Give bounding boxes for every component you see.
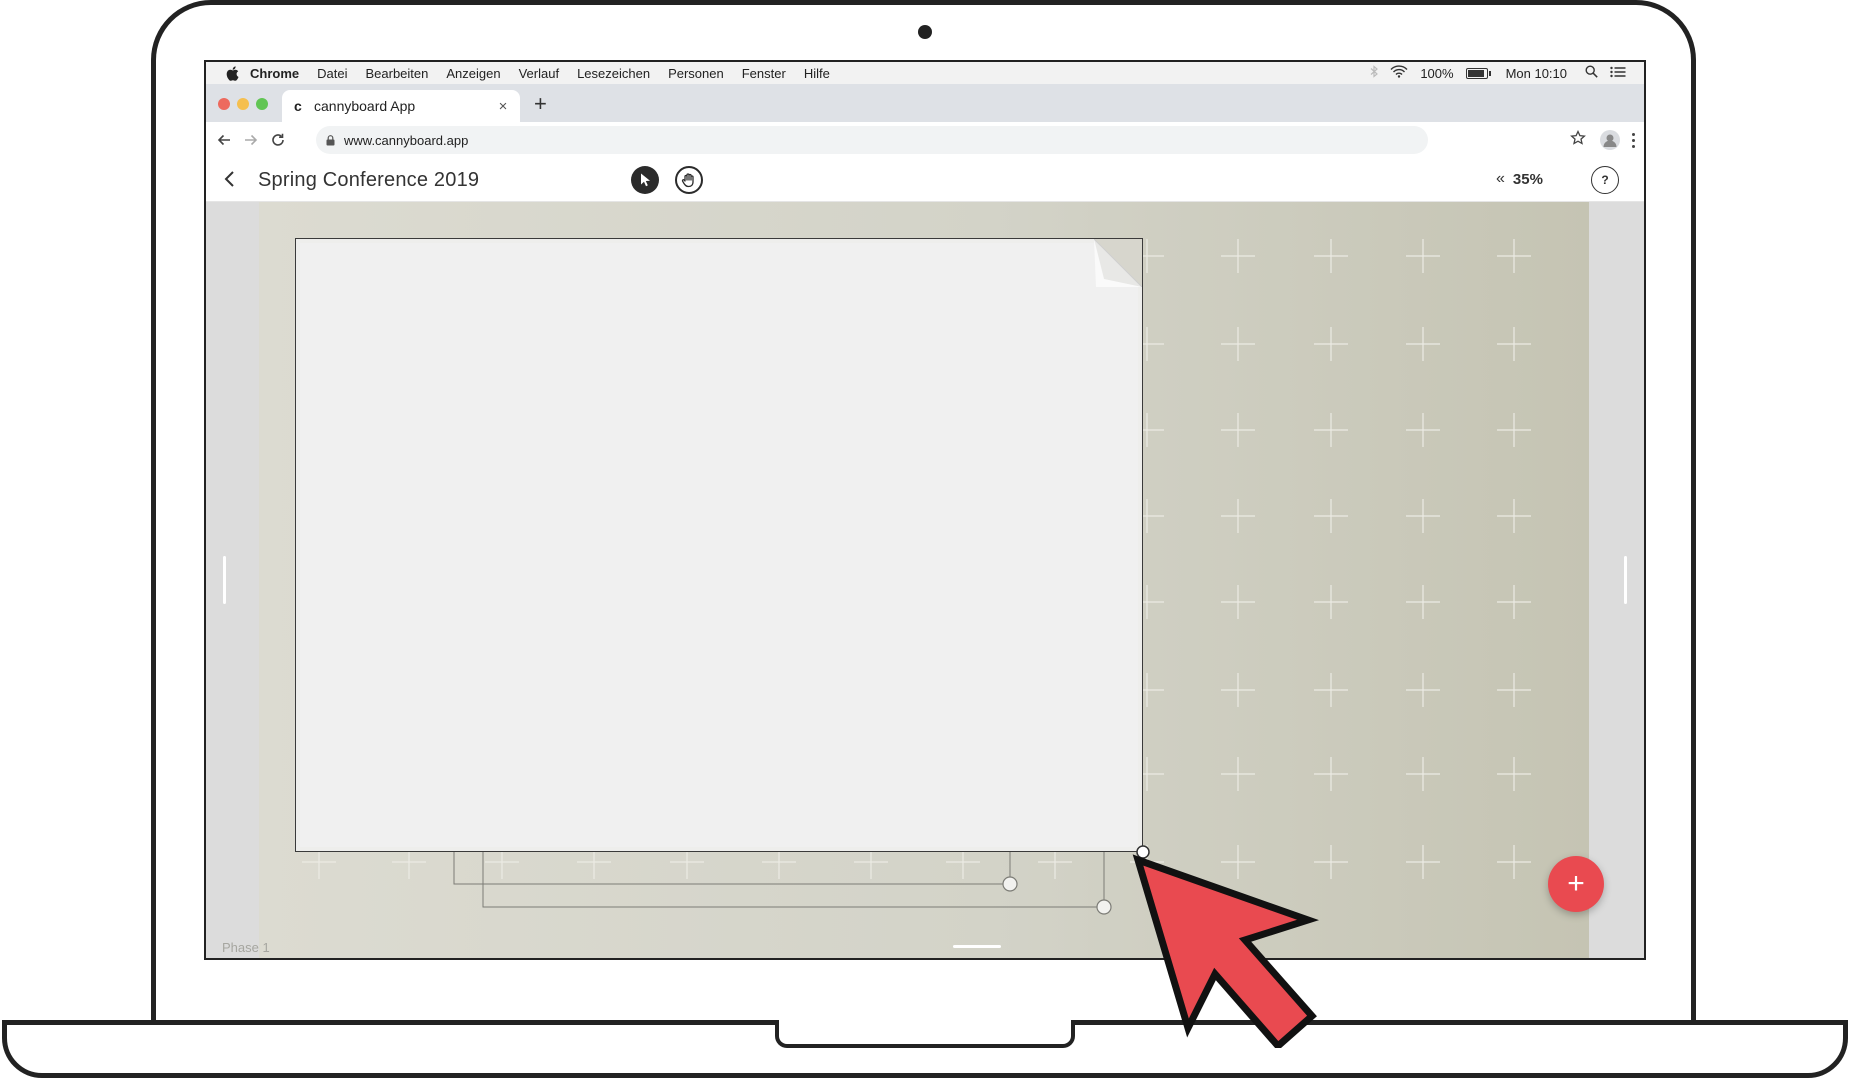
grid-plus-mark (1406, 757, 1440, 791)
notification-center-icon[interactable] (1610, 66, 1626, 81)
help-button[interactable]: ? (1591, 166, 1619, 194)
bottom-panel-handle[interactable] (953, 945, 1001, 948)
arrow-pointer-icon (641, 173, 650, 187)
menu-hilfe[interactable]: Hilfe (804, 66, 830, 81)
browser-tab-strip: c cannyboard App × + (206, 84, 1644, 122)
grid-plus-mark (1221, 585, 1255, 619)
bluetooth-icon[interactable] (1370, 65, 1379, 81)
left-panel-handle[interactable] (223, 556, 226, 604)
menu-fenster[interactable]: Fenster (742, 66, 786, 81)
url-text: www.cannyboard.app (344, 132, 469, 148)
menu-datei[interactable]: Datei (317, 66, 347, 81)
grid-plus-mark (1497, 585, 1531, 619)
grid-plus-mark (1497, 673, 1531, 707)
grid-plus-mark (1314, 239, 1348, 273)
grid-plus-mark (1314, 673, 1348, 707)
menu-anzeigen[interactable]: Anzeigen (446, 66, 500, 81)
right-panel-handle[interactable] (1624, 556, 1627, 604)
grid-plus-mark (1314, 845, 1348, 879)
grid-plus-mark (1497, 413, 1531, 447)
grid-plus-mark (1497, 239, 1531, 273)
board-canvas[interactable] (259, 202, 1589, 958)
window-close-button[interactable] (218, 98, 230, 110)
browser-tab-active[interactable]: c cannyboard App × (282, 90, 520, 122)
tab-title: cannyboard App (314, 98, 416, 114)
grid-plus-mark (1221, 673, 1255, 707)
grid-plus-mark (1314, 757, 1348, 791)
grid-plus-mark (1406, 499, 1440, 533)
hand-tool-button[interactable] (675, 166, 703, 194)
add-item-button[interactable]: + (1548, 856, 1604, 912)
window-minimize-button[interactable] (237, 98, 249, 110)
page-curl-icon[interactable] (1094, 239, 1142, 287)
zoom-level: 35% (1512, 170, 1543, 188)
menu-lesezeichen[interactable]: Lesezeichen (577, 66, 650, 81)
menu-personen[interactable]: Personen (668, 66, 724, 81)
canvas-area[interactable]: Phase 1 + (206, 202, 1644, 958)
double-chevron-left-icon: « (1496, 170, 1505, 187)
grid-plus-mark (1497, 327, 1531, 361)
browser-toolbar: www.cannyboard.app (206, 122, 1644, 159)
laptop-notch (775, 1020, 1075, 1048)
address-bar[interactable]: www.cannyboard.app (316, 126, 1428, 154)
selected-card-frame[interactable] (295, 238, 1143, 852)
grid-plus-mark (1406, 327, 1440, 361)
grid-plus-mark (1314, 413, 1348, 447)
tab-close-icon[interactable]: × (492, 98, 514, 115)
macos-menubar: Chrome Datei Bearbeiten Anzeigen Verlauf… (206, 62, 1644, 85)
board-title: Spring Conference 2019 (258, 169, 480, 191)
card-surface[interactable] (300, 243, 1138, 847)
grid-plus-mark (1406, 239, 1440, 273)
grid-plus-mark (1497, 757, 1531, 791)
battery-icon[interactable] (1465, 67, 1491, 79)
phase-label: Phase 1 (222, 940, 270, 955)
grid-plus-mark (1221, 413, 1255, 447)
chevron-left-icon[interactable] (220, 169, 240, 189)
grid-plus-mark (1406, 673, 1440, 707)
back-arrow-icon[interactable] (214, 130, 234, 150)
screen: Chrome Datei Bearbeiten Anzeigen Verlauf… (204, 60, 1646, 960)
browser-menu-icon[interactable] (1628, 130, 1638, 150)
window-zoom-button[interactable] (256, 98, 268, 110)
grid-plus-mark (1314, 327, 1348, 361)
battery-percent: 100% (1420, 65, 1454, 81)
grid-plus-mark (1314, 499, 1348, 533)
grid-plus-mark (1221, 327, 1255, 361)
select-tool-button[interactable] (631, 166, 659, 194)
profile-avatar-icon[interactable] (1600, 130, 1620, 150)
hand-icon (681, 173, 694, 188)
grid-plus-mark (1221, 239, 1255, 273)
app-header: Spring Conference 2019 « 35% ? (206, 158, 1644, 202)
grid-plus-mark (1406, 585, 1440, 619)
webcam (918, 25, 932, 39)
reload-icon[interactable] (268, 130, 288, 150)
menubar-clock[interactable]: Mon 10:10 (1506, 66, 1567, 81)
menu-bearbeiten[interactable]: Bearbeiten (365, 66, 428, 81)
new-tab-button[interactable]: + (534, 93, 547, 115)
cannyboard-favicon-icon: c (294, 98, 302, 114)
forward-arrow-icon[interactable] (241, 130, 261, 150)
wifi-icon[interactable] (1390, 65, 1408, 81)
menu-app-name[interactable]: Chrome (250, 66, 299, 81)
grid-plus-mark (1221, 499, 1255, 533)
grid-plus-mark (1221, 757, 1255, 791)
grid-plus-mark (1497, 499, 1531, 533)
grid-plus-mark (1406, 413, 1440, 447)
zoom-control[interactable]: « 35% (1496, 170, 1543, 188)
grid-plus-mark (1406, 845, 1440, 879)
grid-plus-mark (1221, 845, 1255, 879)
apple-icon[interactable] (224, 65, 240, 81)
bookmark-star-icon[interactable] (1570, 129, 1586, 151)
lock-icon (326, 134, 336, 146)
grid-plus-mark (1497, 845, 1531, 879)
menubar-status-area: 100% Mon 10:10 (1370, 62, 1626, 84)
menu-verlauf[interactable]: Verlauf (519, 66, 559, 81)
grid-plus-mark (1314, 585, 1348, 619)
spotlight-search-icon[interactable] (1585, 65, 1598, 81)
